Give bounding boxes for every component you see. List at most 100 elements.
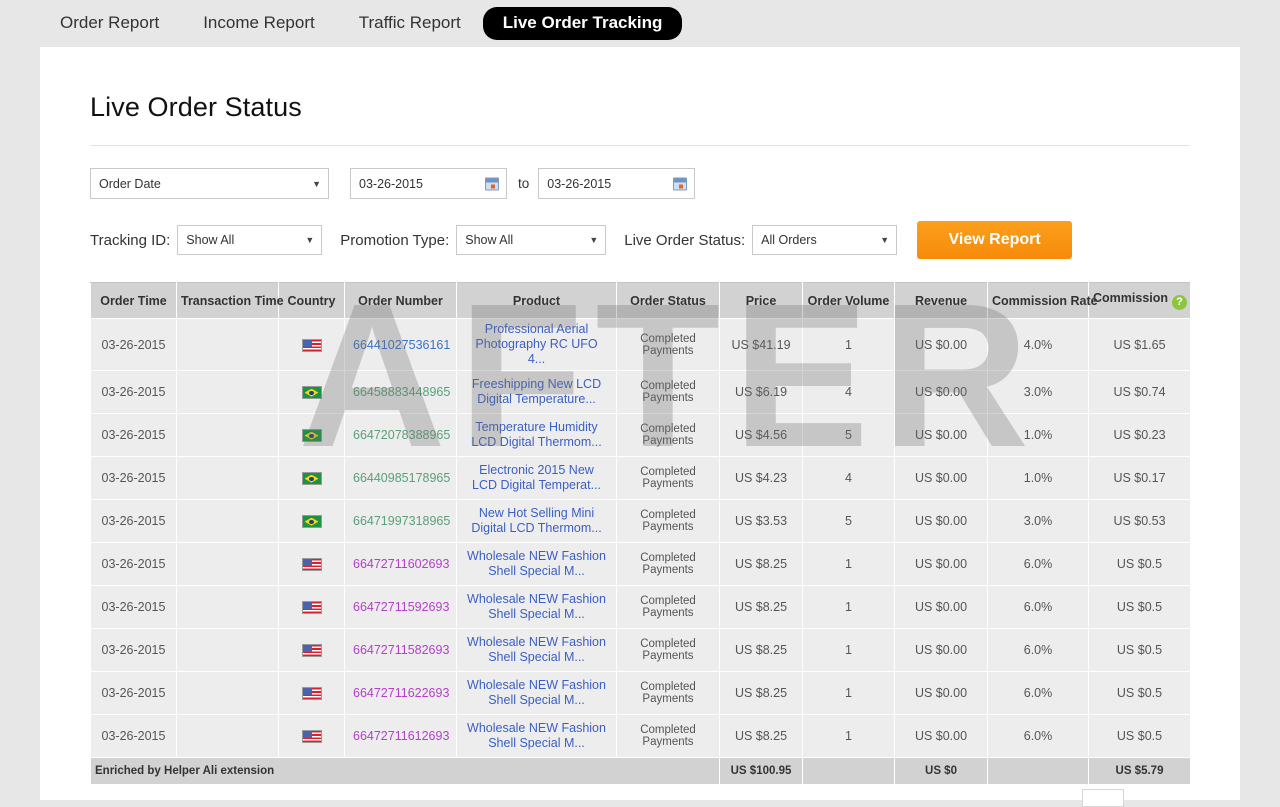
tab-traffic-report[interactable]: Traffic Report	[337, 7, 483, 39]
cell-order-number[interactable]: 66472711622693	[344, 671, 457, 715]
product-link[interactable]: Temperature Humidity LCD Digital Thermom…	[465, 420, 608, 450]
cell-product[interactable]: Wholesale NEW Fashion Shell Special M...	[456, 542, 617, 586]
cell-product[interactable]: Freeshipping New LCD Digital Temperature…	[456, 370, 617, 414]
live-order-status-value: All Orders	[761, 233, 817, 247]
col-revenue[interactable]: Revenue	[894, 282, 988, 319]
date-type-select[interactable]: Order Date ▼	[90, 168, 329, 199]
product-link[interactable]: Wholesale NEW Fashion Shell Special M...	[465, 721, 608, 751]
product-link[interactable]: Professional Aerial Photography RC UFO 4…	[465, 322, 608, 367]
cell-product[interactable]: Wholesale NEW Fashion Shell Special M...	[456, 671, 617, 715]
cell-order-volume: 1	[802, 542, 895, 586]
cell-revenue: US $0.00	[894, 413, 988, 457]
live-order-status-select[interactable]: All Orders ▼	[752, 225, 898, 255]
table-row: 03-26-2015 66472711602693 Wholesale NEW Fa…	[90, 542, 1191, 586]
calendar-icon[interactable]	[485, 177, 499, 190]
cell-order-time: 03-26-2015	[90, 370, 177, 414]
cell-order-time: 03-26-2015	[90, 542, 177, 586]
col-order-status[interactable]: Order Status	[616, 282, 720, 319]
col-commission[interactable]: Commission?	[1088, 282, 1191, 319]
cell-order-number[interactable]: 66440985178965	[344, 456, 457, 500]
order-number-link[interactable]: 66458883448965	[353, 385, 450, 399]
calendar-icon[interactable]	[673, 177, 688, 190]
col-order-volume[interactable]: Order Volume	[802, 282, 895, 319]
cell-order-number[interactable]: 66472711602693	[344, 542, 457, 586]
cell-product[interactable]: Temperature Humidity LCD Digital Thermom…	[456, 413, 617, 457]
col-product[interactable]: Product	[456, 282, 617, 319]
pagination-stub[interactable]	[1082, 789, 1124, 807]
order-number-link[interactable]: 66472711622693	[353, 686, 449, 700]
cell-order-number[interactable]: 66458883448965	[344, 370, 457, 414]
page-title: Live Order Status	[90, 92, 302, 122]
total-commission-rate	[987, 757, 1089, 785]
flag-br-icon	[301, 429, 322, 443]
cell-order-number[interactable]: 66472711582693	[344, 628, 457, 672]
flag-us-icon	[301, 338, 322, 352]
cell-revenue: US $0.00	[894, 628, 988, 672]
cell-transaction-time	[176, 628, 279, 672]
col-country[interactable]: Country	[278, 282, 345, 319]
view-report-button[interactable]: View Report	[917, 221, 1073, 259]
cell-transaction-time	[176, 499, 279, 543]
col-order-time[interactable]: Order Time	[90, 282, 177, 319]
product-link[interactable]: Wholesale NEW Fashion Shell Special M...	[465, 635, 608, 665]
cell-commission: US $1.65	[1088, 318, 1191, 371]
product-link[interactable]: Wholesale NEW Fashion Shell Special M...	[465, 592, 608, 622]
cell-commission-rate: 6.0%	[987, 585, 1089, 629]
product-link[interactable]: New Hot Selling Mini Digital LCD Thermom…	[465, 506, 608, 536]
product-link[interactable]: Wholesale NEW Fashion Shell Special M...	[465, 549, 608, 579]
order-number-link[interactable]: 66441027536161	[353, 338, 450, 352]
cell-order-volume: 1	[802, 714, 895, 758]
cell-country	[278, 542, 345, 586]
total-label: Enriched by Helper Ali extension	[90, 757, 720, 785]
cell-price: US $3.53	[719, 499, 803, 543]
chevron-down-icon: ▼	[589, 235, 599, 245]
col-commission-label: Commission	[1093, 291, 1169, 305]
order-number-link[interactable]: 66472711612693	[353, 729, 449, 743]
cell-commission: US $0.53	[1088, 499, 1191, 543]
cell-product[interactable]: Professional Aerial Photography RC UFO 4…	[456, 318, 617, 371]
cell-product[interactable]: New Hot Selling Mini Digital LCD Thermom…	[456, 499, 617, 543]
date-from-input[interactable]: 03-26-2015	[350, 168, 507, 199]
cell-order-number[interactable]: 66472711612693	[344, 714, 457, 758]
cell-product[interactable]: Wholesale NEW Fashion Shell Special M...	[456, 714, 617, 758]
date-to-input[interactable]: 03-26-2015	[538, 168, 696, 199]
order-number-link[interactable]: 66472711602693	[353, 557, 449, 571]
cell-product[interactable]: Electronic 2015 New LCD Digital Temperat…	[456, 456, 617, 500]
cell-order-status: Completed Payments	[616, 370, 720, 414]
col-commission-rate[interactable]: Commission Rate	[987, 282, 1098, 319]
cell-commission-rate: 6.0%	[987, 714, 1089, 758]
col-transaction-time[interactable]: Transaction Time	[176, 282, 284, 319]
tracking-id-select[interactable]: Show All ▼	[177, 225, 323, 255]
order-number-link[interactable]: 66472711592693	[353, 600, 449, 614]
order-number-link[interactable]: 66472078388965	[353, 428, 450, 442]
col-order-number[interactable]: Order Number	[344, 282, 457, 319]
tab-income-report[interactable]: Income Report	[181, 7, 337, 39]
help-icon[interactable]: ?	[1172, 295, 1188, 310]
table-row: 03-26-2015 66441027536161 Professional Aer…	[90, 318, 1191, 371]
cell-order-status: Completed Payments	[616, 585, 720, 629]
cell-product[interactable]: Wholesale NEW Fashion Shell Special M...	[456, 628, 617, 672]
order-number-link[interactable]: 66440985178965	[353, 471, 450, 485]
cell-order-number[interactable]: 66471997318965	[344, 499, 457, 543]
cell-revenue: US $0.00	[894, 456, 988, 500]
cell-order-time: 03-26-2015	[90, 714, 177, 758]
col-price[interactable]: Price	[719, 282, 803, 319]
cell-order-number[interactable]: 66472078388965	[344, 413, 457, 457]
order-number-link[interactable]: 66472711582693	[353, 643, 449, 657]
tab-live-order-tracking[interactable]: Live Order Tracking	[482, 7, 683, 40]
cell-price: US $8.25	[719, 628, 803, 672]
cell-order-number[interactable]: 66441027536161	[344, 318, 457, 371]
cell-order-number[interactable]: 66472711592693	[344, 585, 457, 629]
product-link[interactable]: Electronic 2015 New LCD Digital Temperat…	[465, 463, 608, 493]
promotion-type-select[interactable]: Show All ▼	[456, 225, 607, 255]
order-number-link[interactable]: 66471997318965	[353, 514, 450, 528]
cell-order-volume: 5	[802, 499, 895, 543]
cell-transaction-time	[176, 714, 279, 758]
tab-order-report[interactable]: Order Report	[38, 7, 181, 39]
cell-order-time: 03-26-2015	[90, 499, 177, 543]
cell-transaction-time	[176, 585, 279, 629]
product-link[interactable]: Wholesale NEW Fashion Shell Special M...	[465, 678, 608, 708]
cell-product[interactable]: Wholesale NEW Fashion Shell Special M...	[456, 585, 617, 629]
chevron-down-icon: ▼	[305, 235, 315, 245]
product-link[interactable]: Freeshipping New LCD Digital Temperature…	[465, 377, 608, 407]
